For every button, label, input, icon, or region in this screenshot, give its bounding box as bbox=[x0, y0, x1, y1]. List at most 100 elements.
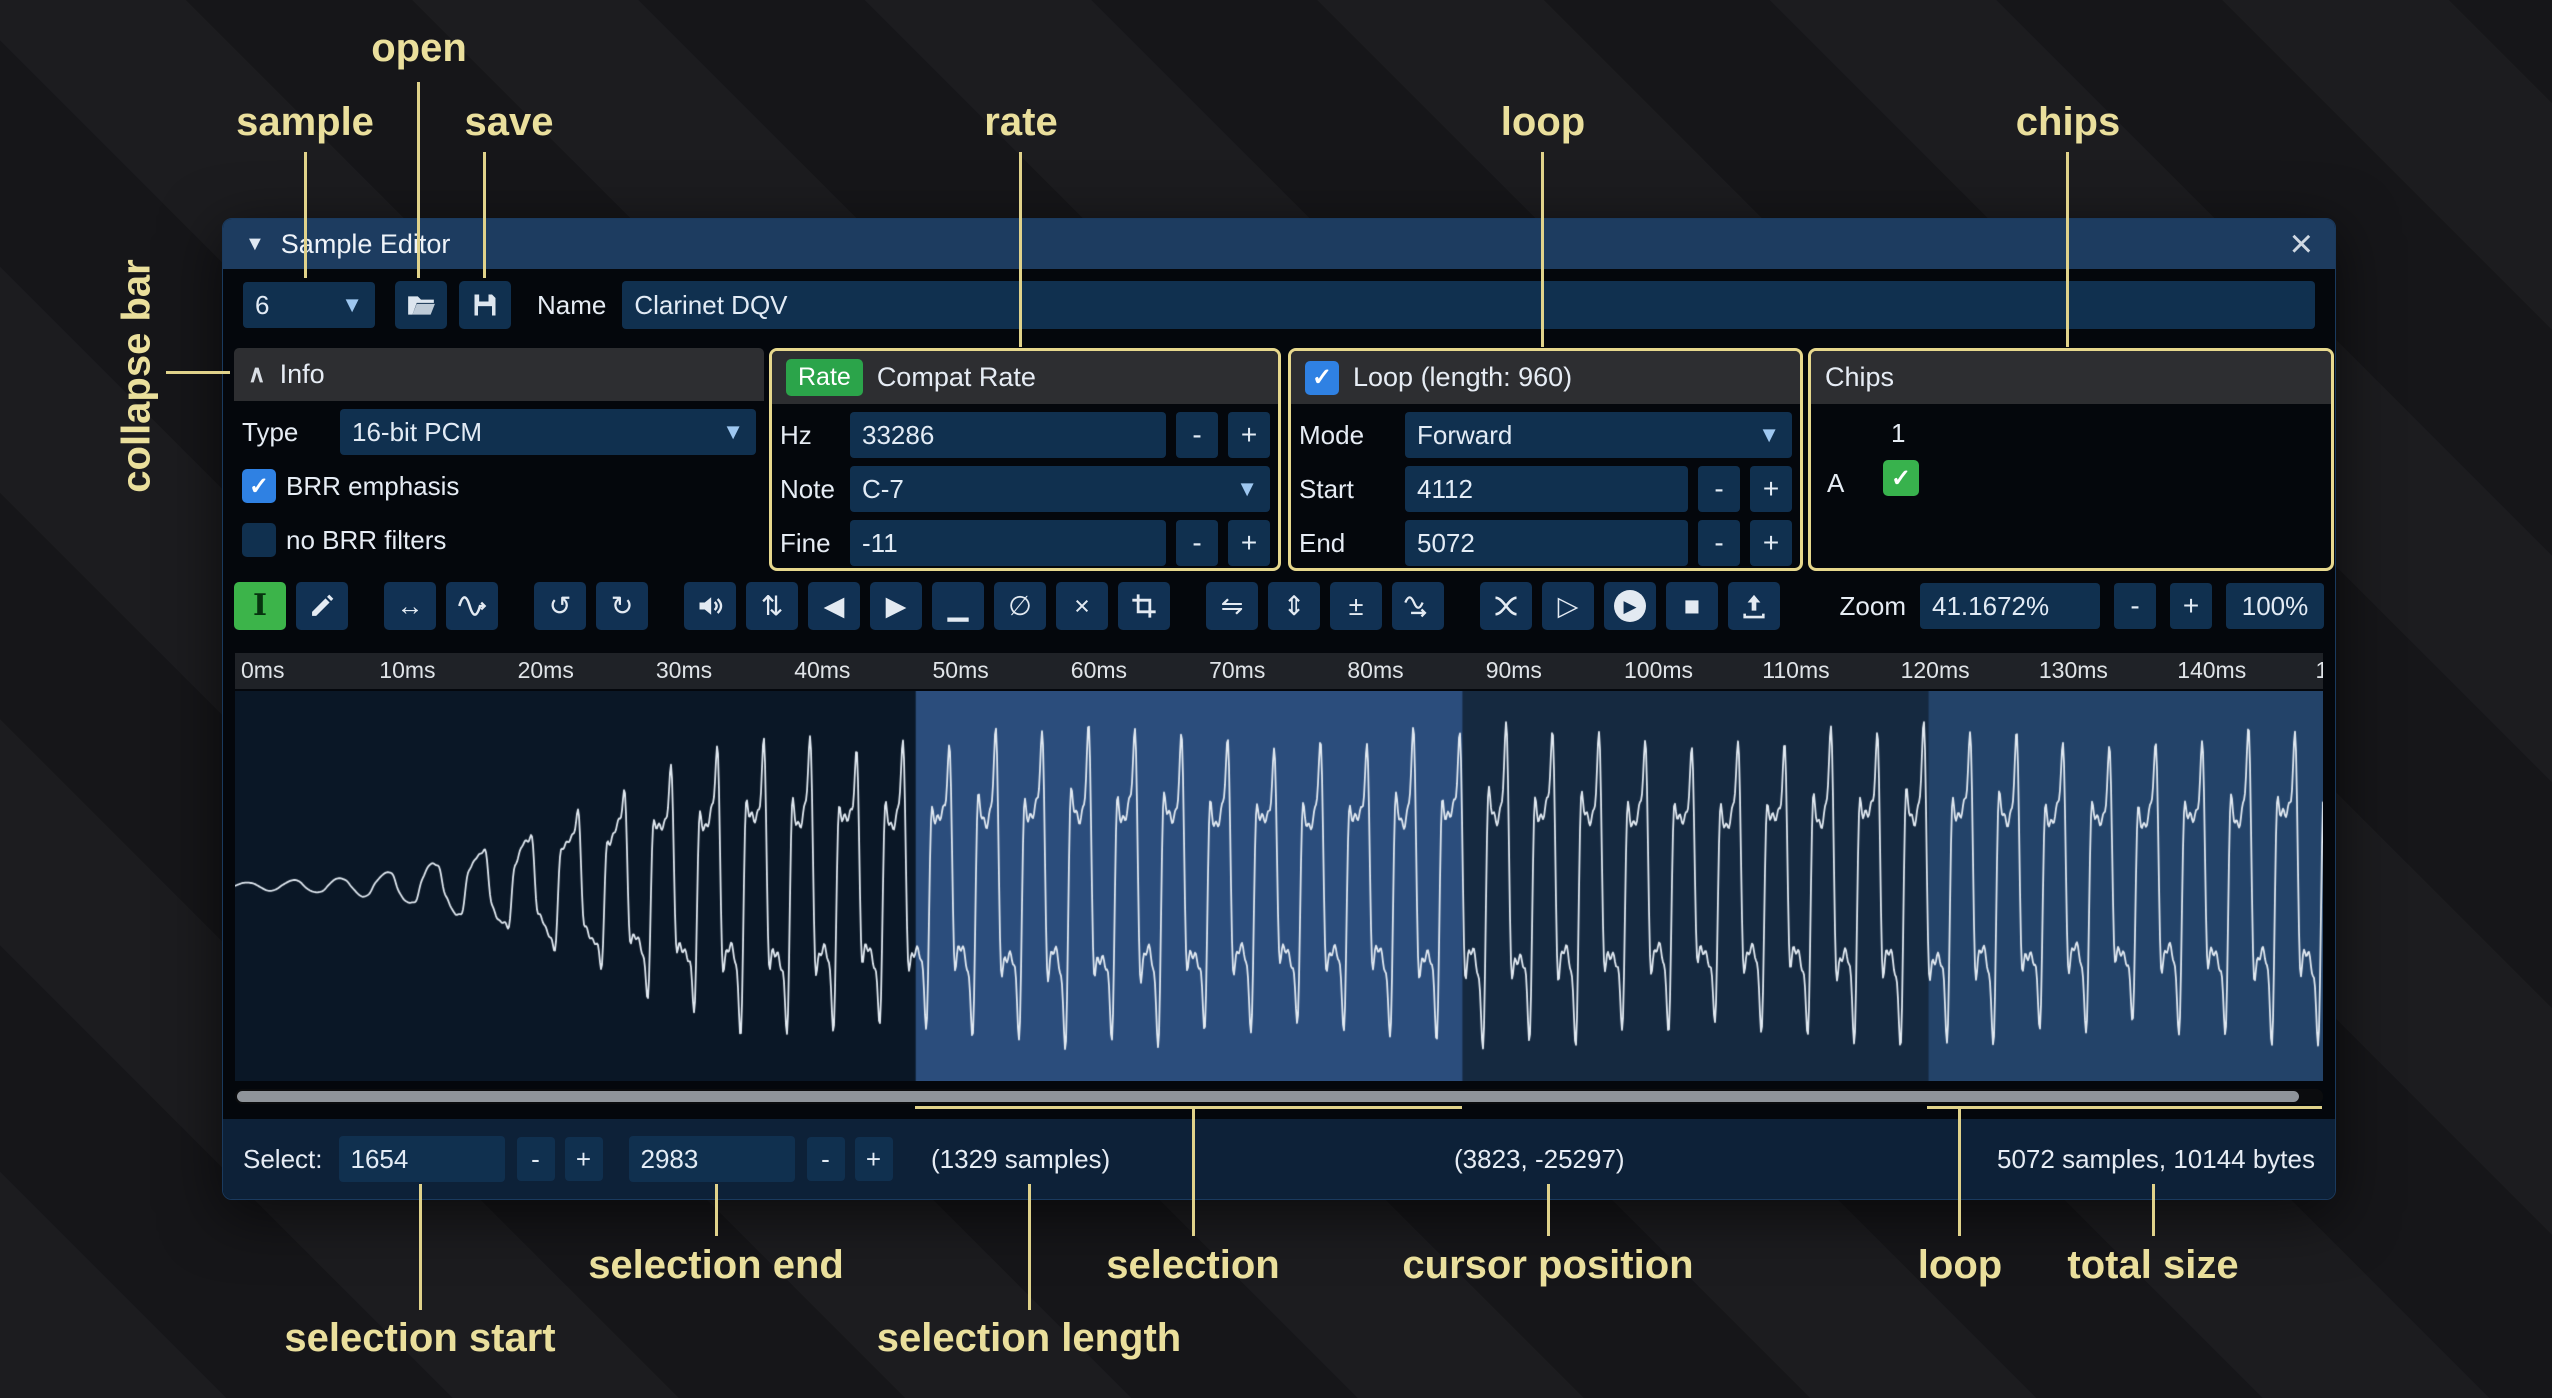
preview-sample-icon: ▷ bbox=[1558, 593, 1579, 620]
edit-mode-select-icon: I bbox=[253, 591, 267, 621]
selection-start-input[interactable] bbox=[339, 1136, 505, 1182]
annotation-line-save bbox=[483, 152, 486, 278]
import-button[interactable] bbox=[1728, 582, 1780, 630]
loop-enable-checkbox[interactable]: ✓ bbox=[1305, 361, 1339, 395]
save-button[interactable] bbox=[459, 281, 511, 329]
amplify-button[interactable] bbox=[684, 582, 736, 630]
insert-silence-icon: ▁ bbox=[948, 593, 969, 620]
apply-silence-button[interactable]: ∅ bbox=[994, 582, 1046, 630]
no-brr-filters-checkbox[interactable] bbox=[242, 523, 276, 557]
fade-out-button[interactable]: ▶ bbox=[870, 582, 922, 630]
annotation-loop-region: loop bbox=[1918, 1243, 2002, 1288]
fine-minus-button[interactable]: - bbox=[1176, 520, 1218, 566]
resample-icon bbox=[457, 592, 487, 620]
trim-button[interactable] bbox=[1118, 582, 1170, 630]
open-button[interactable] bbox=[395, 281, 447, 329]
waveform-canvas[interactable] bbox=[235, 691, 2323, 1081]
resample-button[interactable] bbox=[446, 582, 498, 630]
timeline-tick: 20ms bbox=[518, 657, 574, 684]
annotation-chips: chips bbox=[2016, 100, 2120, 145]
brr-emphasis-checkbox[interactable]: ✓ bbox=[242, 469, 276, 503]
zoom-out-button[interactable]: - bbox=[2114, 583, 2156, 629]
titlebar[interactable]: ▼ Sample Editor × bbox=[223, 219, 2335, 269]
waveform-scrollbar[interactable] bbox=[235, 1089, 2323, 1104]
rate-badge[interactable]: Rate bbox=[786, 359, 863, 396]
annotation-line-open bbox=[417, 82, 420, 278]
waveform-view[interactable] bbox=[235, 691, 2323, 1081]
note-select[interactable]: C-7 ▼ bbox=[850, 466, 1270, 512]
chips-header: Chips bbox=[1811, 351, 2331, 404]
window-collapse-icon[interactable]: ▼ bbox=[245, 233, 265, 256]
annotation-collapse-bar: collapse bar bbox=[115, 259, 160, 492]
delete-icon: × bbox=[1074, 593, 1090, 620]
reverse-button[interactable]: ⇋ bbox=[1206, 582, 1258, 630]
selection-start-plus-button[interactable]: + bbox=[565, 1137, 603, 1181]
type-select-value: 16-bit PCM bbox=[352, 417, 712, 448]
crossfade-loop-points-button[interactable] bbox=[1480, 582, 1532, 630]
sample-select[interactable]: 6 ▼ bbox=[243, 282, 375, 328]
stop-button[interactable]: ■ bbox=[1666, 582, 1718, 630]
delete-button[interactable]: × bbox=[1056, 582, 1108, 630]
timeline-tick: 140ms bbox=[2177, 657, 2246, 684]
redo-button[interactable]: ↻ bbox=[596, 582, 648, 630]
timeline-tick: 120ms bbox=[1901, 657, 1970, 684]
play-button[interactable]: ▶ bbox=[1604, 582, 1656, 630]
annotation-loop: loop bbox=[1501, 100, 1585, 145]
type-select[interactable]: 16-bit PCM ▼ bbox=[340, 409, 756, 455]
selection-start-minus-button[interactable]: - bbox=[517, 1137, 555, 1181]
zoom-input[interactable] bbox=[1920, 583, 2100, 629]
undo-button[interactable]: ↺ bbox=[534, 582, 586, 630]
collapse-up-icon[interactable]: ∧ bbox=[248, 360, 266, 389]
annotation-line-selection-start bbox=[419, 1184, 422, 1310]
loop-mode-value: Forward bbox=[1417, 420, 1748, 451]
fine-plus-button[interactable]: + bbox=[1228, 520, 1270, 566]
floppy-save-icon bbox=[470, 291, 500, 319]
fade-out-icon: ▶ bbox=[886, 593, 907, 620]
zoom-reset-button[interactable]: 100% bbox=[2226, 583, 2324, 629]
selection-end-plus-button[interactable]: + bbox=[855, 1137, 893, 1181]
loop-start-minus-button[interactable]: - bbox=[1698, 466, 1740, 512]
apply-filter-button[interactable] bbox=[1392, 582, 1444, 630]
rate-title: Compat Rate bbox=[877, 362, 1036, 393]
loop-section: ✓ Loop (length: 960) Mode Forward ▼ Star… bbox=[1288, 348, 1803, 571]
fine-input[interactable] bbox=[850, 520, 1166, 566]
invert-button[interactable]: ⇕ bbox=[1268, 582, 1320, 630]
loop-end-plus-button[interactable]: + bbox=[1750, 520, 1792, 566]
sample-header-row: 6 ▼ Name bbox=[243, 281, 2315, 329]
info-header[interactable]: ∧ Info bbox=[234, 348, 764, 401]
insert-silence-button[interactable]: ▁ bbox=[932, 582, 984, 630]
hz-plus-button[interactable]: + bbox=[1228, 412, 1270, 458]
resize-button[interactable]: ↔ bbox=[384, 582, 436, 630]
annotation-selection-end: selection end bbox=[588, 1243, 844, 1288]
chevron-down-icon: ▼ bbox=[1236, 476, 1258, 502]
annotation-selection: selection bbox=[1106, 1243, 1279, 1288]
chevron-down-icon: ▼ bbox=[341, 292, 363, 318]
edit-mode-draw-button[interactable] bbox=[296, 582, 348, 630]
zoom-in-button[interactable]: + bbox=[2170, 583, 2212, 629]
selection-end-minus-button[interactable]: - bbox=[807, 1137, 845, 1181]
timeline-tick: 50ms bbox=[933, 657, 989, 684]
loop-start-input[interactable] bbox=[1405, 466, 1688, 512]
loop-mode-select[interactable]: Forward ▼ bbox=[1405, 412, 1792, 458]
hz-input[interactable] bbox=[850, 412, 1166, 458]
status-bar: Select: - + - + (1329 samples) (3823, -2… bbox=[223, 1119, 2335, 1199]
chip-enable-checkbox[interactable]: ✓ bbox=[1883, 460, 1919, 496]
name-input[interactable] bbox=[622, 281, 2315, 329]
loop-start-plus-button[interactable]: + bbox=[1750, 466, 1792, 512]
hz-minus-button[interactable]: - bbox=[1176, 412, 1218, 458]
loop-header: ✓ Loop (length: 960) bbox=[1291, 351, 1800, 404]
loop-end-input[interactable] bbox=[1405, 520, 1688, 566]
selection-end-input[interactable] bbox=[629, 1136, 795, 1182]
loop-end-minus-button[interactable]: - bbox=[1698, 520, 1740, 566]
edit-mode-select-button[interactable]: I bbox=[234, 582, 286, 630]
scrollbar-thumb[interactable] bbox=[237, 1091, 2299, 1102]
annotation-sample: sample bbox=[236, 100, 374, 145]
timeline-tick: 70ms bbox=[1209, 657, 1265, 684]
close-icon[interactable]: × bbox=[2290, 224, 2313, 264]
fade-in-button[interactable]: ◀ bbox=[808, 582, 860, 630]
normalize-button[interactable]: ⇅ bbox=[746, 582, 798, 630]
name-label: Name bbox=[537, 290, 606, 321]
timeline-ruler[interactable]: 0ms10ms20ms30ms40ms50ms60ms70ms80ms90ms1… bbox=[235, 653, 2323, 689]
signed-unsigned-button[interactable]: ± bbox=[1330, 582, 1382, 630]
preview-sample-button[interactable]: ▷ bbox=[1542, 582, 1594, 630]
